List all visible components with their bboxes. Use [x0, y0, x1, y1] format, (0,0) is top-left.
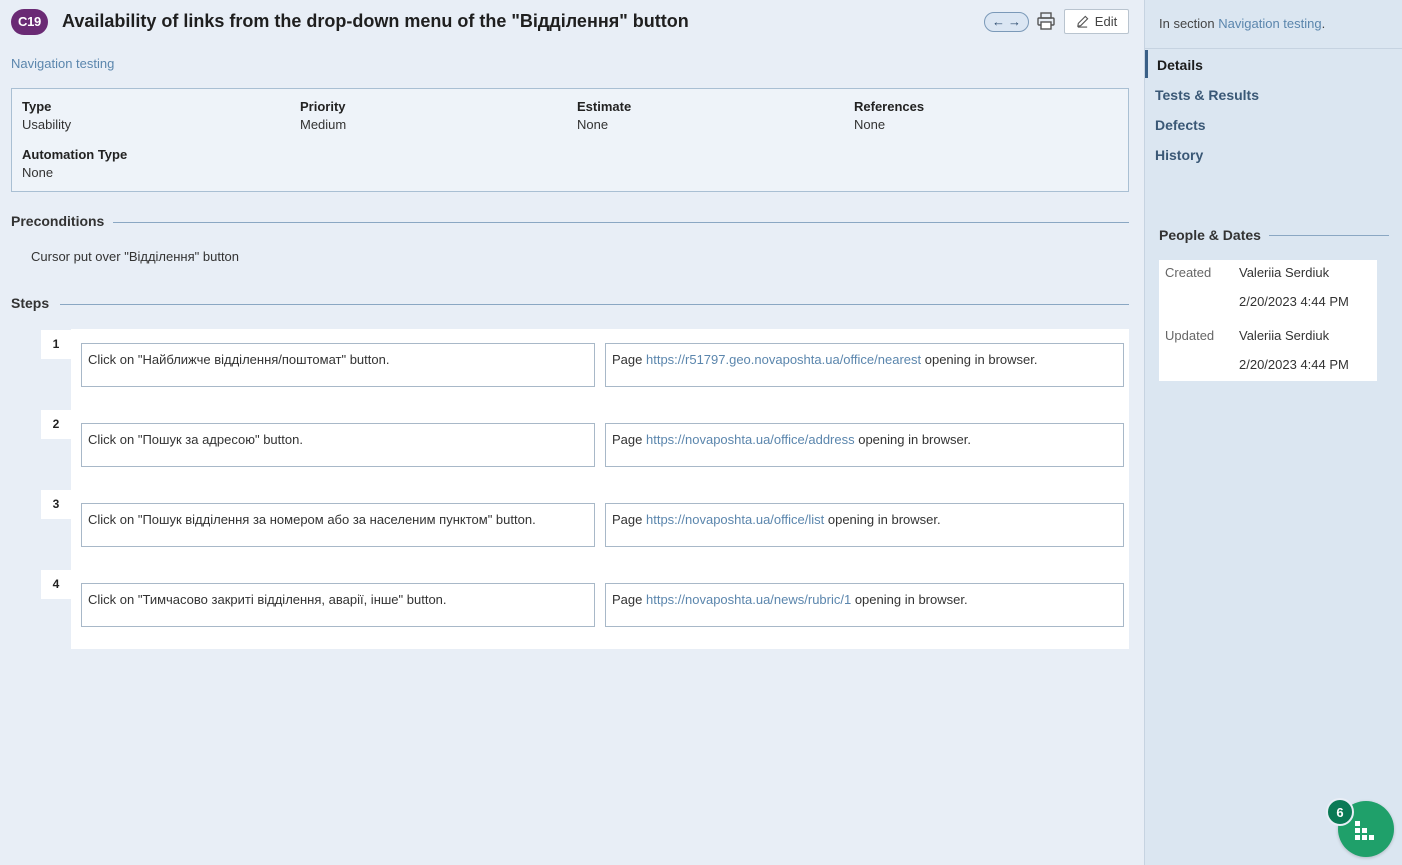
- expected-prefix: Page: [612, 432, 646, 447]
- active-indicator: [1145, 50, 1148, 78]
- step-expected: Page https://novaposhta.ua/office/list o…: [605, 503, 1124, 547]
- created-at: 2/20/2023 4:44 PM: [1239, 294, 1349, 309]
- arrow-right-icon[interactable]: →: [1008, 14, 1021, 30]
- sidebar-item-history[interactable]: History: [1155, 147, 1203, 163]
- case-navigation: ← →: [984, 12, 1029, 32]
- right-sidebar: In section Navigation testing. Details T…: [1144, 0, 1402, 865]
- field-references: References None: [854, 99, 924, 132]
- print-button[interactable]: [1036, 11, 1056, 31]
- field-label: Estimate: [577, 99, 632, 114]
- divider: [113, 222, 1129, 223]
- case-id-badge: C19: [11, 9, 48, 35]
- sidebar-item-tests-results[interactable]: Tests & Results: [1155, 87, 1259, 103]
- field-label: References: [854, 99, 925, 114]
- sidebar-item-defects[interactable]: Defects: [1155, 117, 1206, 133]
- expected-prefix: Page: [612, 352, 646, 367]
- field-priority: Priority Medium: [300, 99, 346, 132]
- step-expected: Page https://novaposhta.ua/office/addres…: [605, 423, 1124, 467]
- case-header: C19 Availability of links from the drop-…: [0, 0, 1144, 45]
- expected-link[interactable]: https://r51797.geo.novaposhta.ua/office/…: [646, 352, 921, 367]
- created-by: Valeriia Serdiuk: [1239, 265, 1330, 280]
- field-label: Type: [22, 99, 52, 114]
- preconditions-heading: Preconditions: [11, 213, 105, 229]
- expected-prefix: Page: [612, 592, 646, 607]
- updated-at: 2/20/2023 4:44 PM: [1239, 357, 1349, 372]
- updated-label: Updated: [1165, 328, 1215, 343]
- divider: [1145, 48, 1402, 49]
- printer-icon: [1037, 12, 1055, 30]
- step-number: 4: [41, 570, 71, 599]
- main-content: C19 Availability of links from the drop-…: [0, 0, 1144, 865]
- step-expected: Page https://novaposhta.ua/news/rubric/1…: [605, 583, 1124, 627]
- arrow-left-icon[interactable]: ←: [992, 14, 1005, 30]
- edit-label: Edit: [1094, 14, 1118, 29]
- field-value: None: [22, 165, 54, 180]
- in-section-link[interactable]: Navigation testing: [1218, 16, 1321, 31]
- expected-link[interactable]: https://novaposhta.ua/office/address: [646, 432, 855, 447]
- expected-suffix: opening in browser.: [824, 512, 941, 527]
- step-content: Click on "Найближче відділення/поштомат"…: [81, 343, 595, 387]
- expected-link[interactable]: https://novaposhta.ua/news/rubric/1: [646, 592, 851, 607]
- people-dates-heading: People & Dates: [1159, 227, 1261, 243]
- page-title: Availability of links from the drop-down…: [62, 11, 689, 31]
- field-value: None: [577, 117, 609, 132]
- step-content: Click on "Тимчасово закриті відділення, …: [81, 583, 595, 627]
- step-expected: Page https://r51797.geo.novaposhta.ua/of…: [605, 343, 1124, 387]
- field-automation-type: Automation Type None: [22, 147, 127, 180]
- edit-button[interactable]: Edit: [1064, 9, 1129, 34]
- created-label: Created: [1165, 265, 1212, 280]
- sidebar-section-info: In section Navigation testing.: [1159, 16, 1325, 31]
- steps-heading: Steps: [11, 295, 50, 311]
- field-value: Medium: [300, 117, 347, 132]
- expected-suffix: opening in browser.: [854, 432, 971, 447]
- step-number: 2: [41, 410, 71, 439]
- updated-by: Valeriia Serdiuk: [1239, 328, 1330, 343]
- step-number: 3: [41, 490, 71, 519]
- expected-suffix: opening in browser.: [921, 352, 1038, 367]
- in-section-prefix: In section: [1159, 16, 1219, 31]
- field-value: None: [854, 117, 886, 132]
- pencil-icon: [1076, 15, 1089, 28]
- in-section-suffix: .: [1321, 16, 1326, 31]
- field-label: Automation Type: [22, 147, 128, 162]
- divider: [60, 304, 1129, 305]
- sidebar-item-details[interactable]: Details: [1157, 57, 1203, 73]
- step-content: Click on "Пошук відділення за номером аб…: [81, 503, 595, 547]
- expected-prefix: Page: [612, 512, 646, 527]
- field-estimate: Estimate None: [577, 99, 631, 132]
- divider: [1269, 235, 1389, 236]
- field-label: Priority: [300, 99, 346, 114]
- field-type: Type Usability: [22, 99, 71, 132]
- case-fields-box: Type Usability Priority Medium Estimate …: [11, 88, 1129, 192]
- notification-badge: 6: [1326, 798, 1354, 826]
- step-number: 1: [41, 330, 71, 359]
- people-dates-box: Created Valeriia Serdiuk 2/20/2023 4:44 …: [1159, 260, 1377, 381]
- field-value: Usability: [22, 117, 72, 132]
- preconditions-text: Cursor put over "Відділення" button: [31, 249, 240, 264]
- expected-suffix: opening in browser.: [851, 592, 968, 607]
- step-content: Click on "Пошук за адресою" button.: [81, 423, 595, 467]
- expected-link[interactable]: https://novaposhta.ua/office/list: [646, 512, 824, 527]
- breadcrumb-section-link[interactable]: Navigation testing: [11, 56, 114, 71]
